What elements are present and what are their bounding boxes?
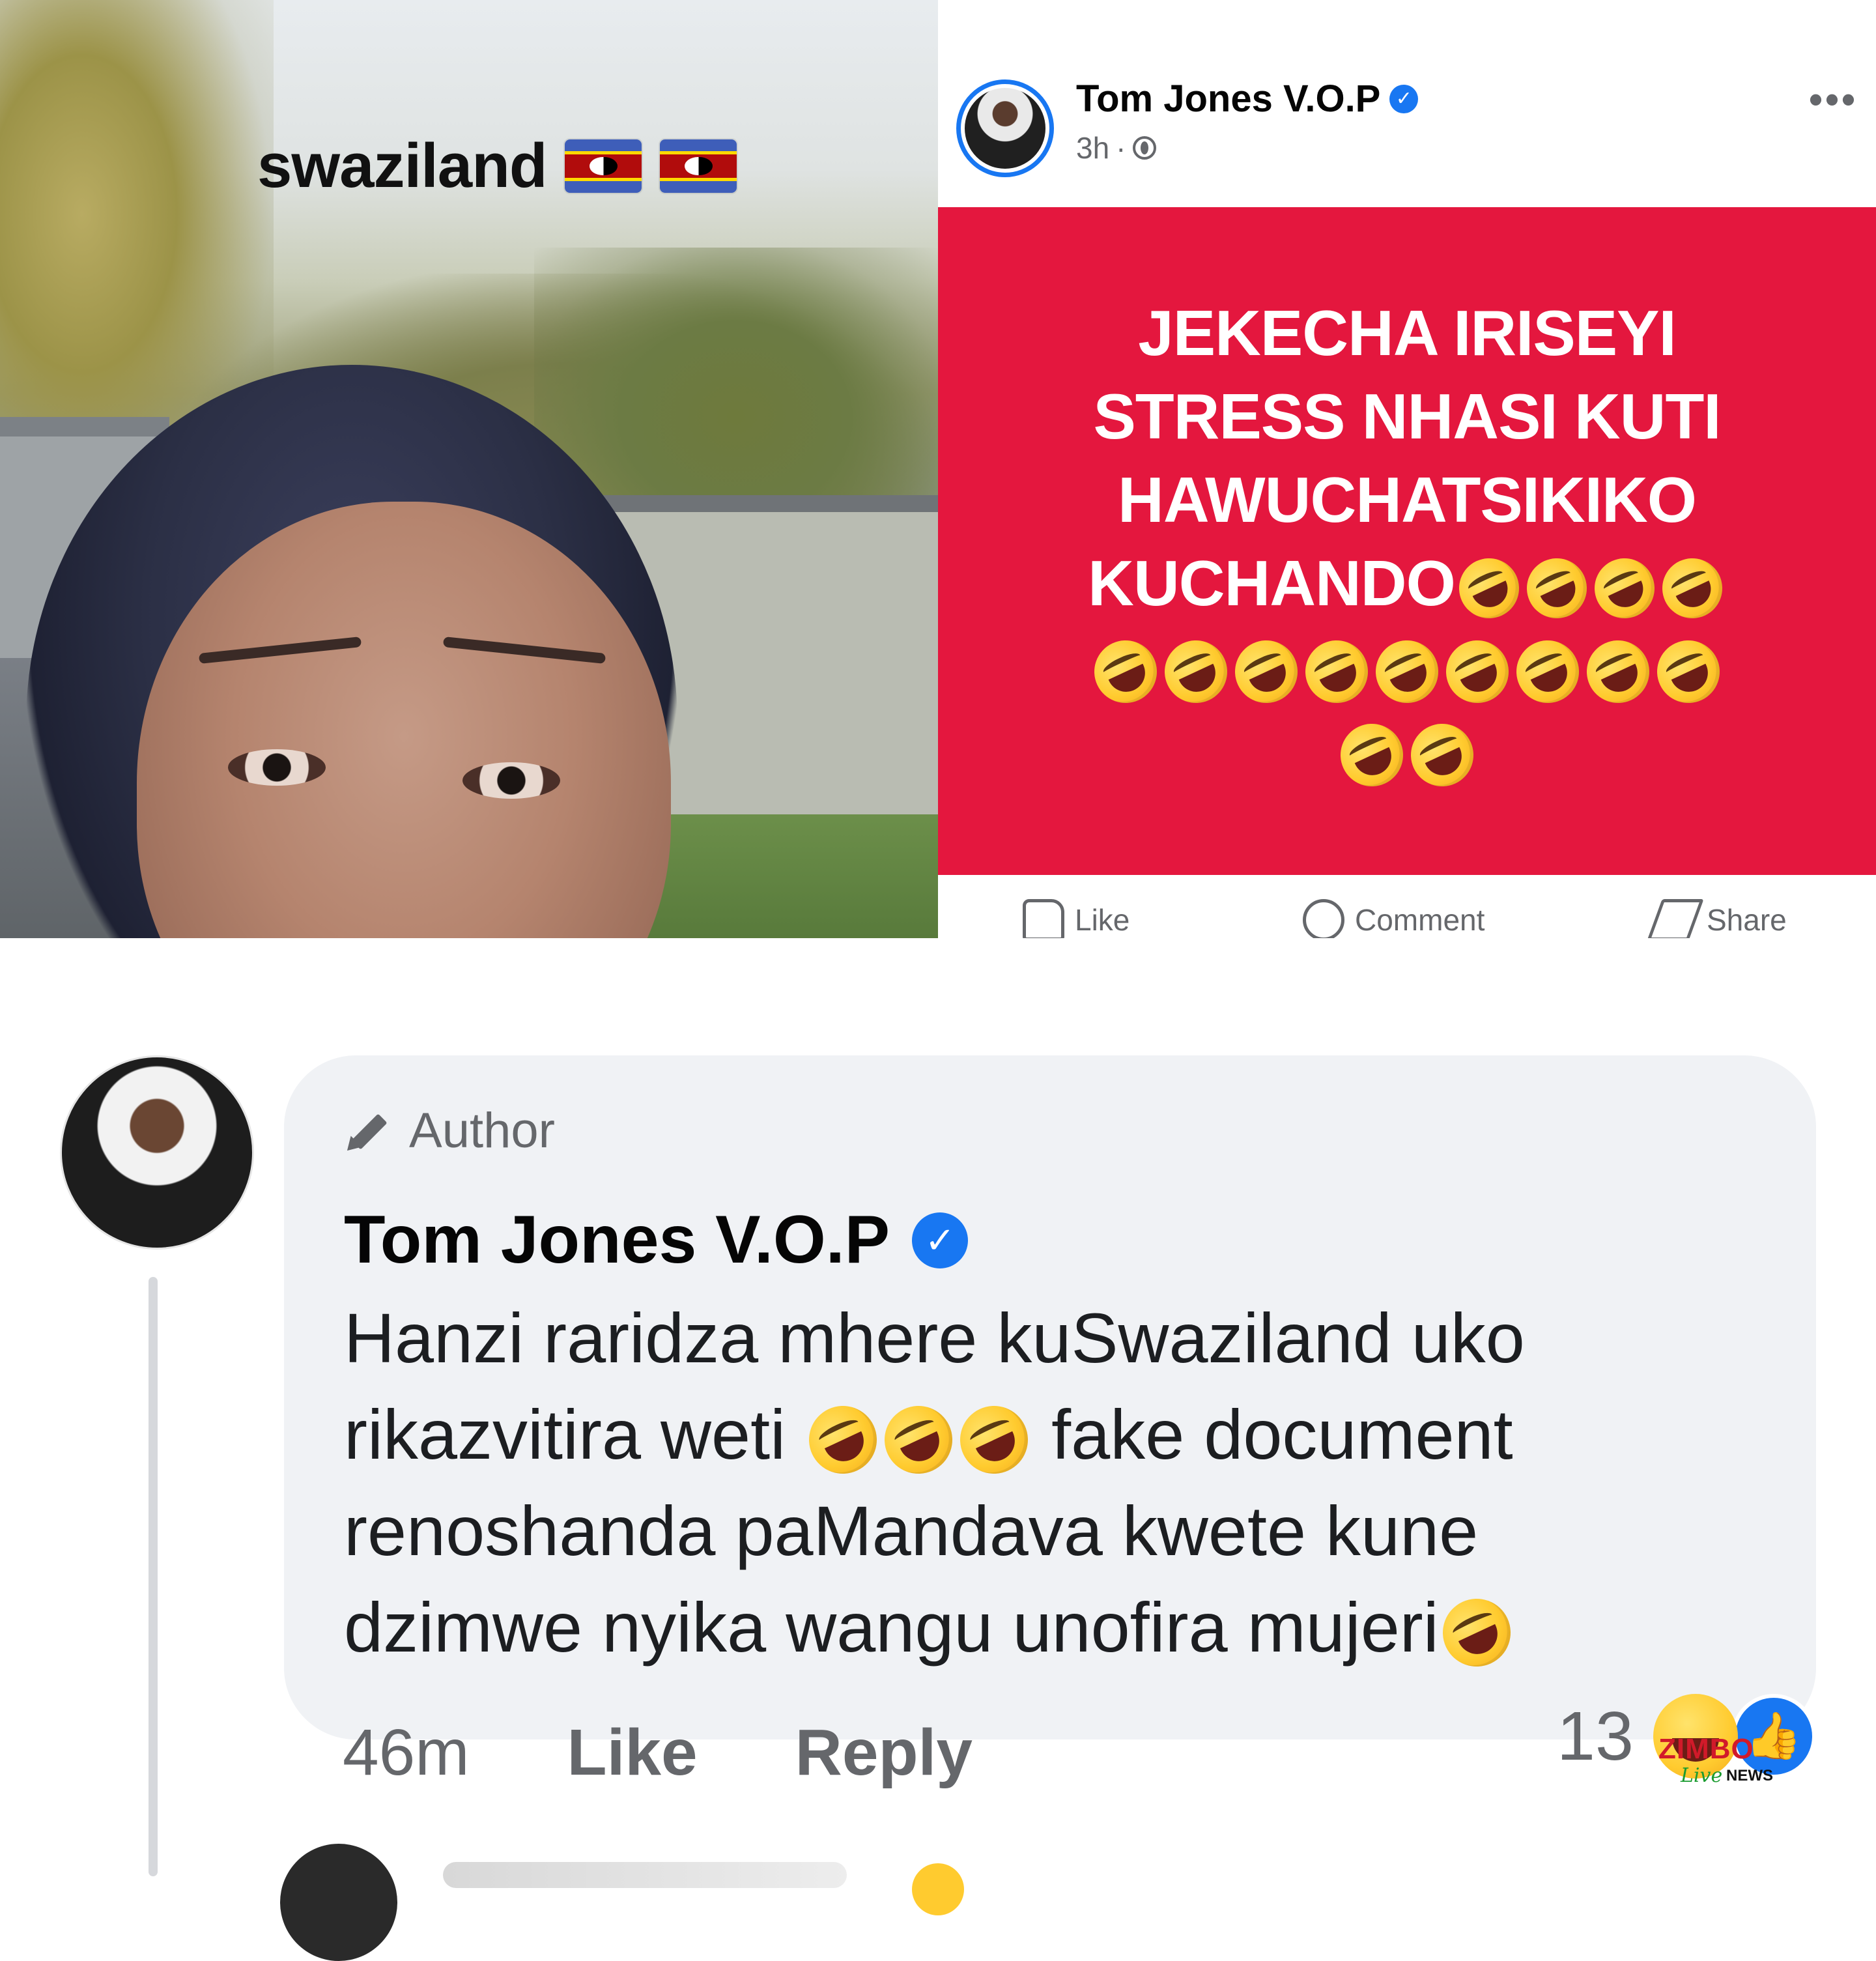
left-brow [198,636,362,665]
comment-footer: 46m Like Reply [343,1707,973,1798]
card-line-2: STRESS NHASI KUTI [1093,380,1721,452]
comment-line-4: dzimwe nyika wangu unofira mujeri [344,1579,1790,1678]
rofl-emoji [798,1395,888,1485]
next-comment-emoji [912,1863,964,1915]
card-emoji-row [1084,625,1730,713]
comment-bubble: Author Tom Jones V.O.P ✓ Hanzi raridza m… [284,1055,1816,1739]
comment-reply-button[interactable]: Reply [795,1715,973,1790]
watermark-live: Live [1681,1764,1723,1787]
verified-badge-icon: ✓ [1389,84,1419,113]
rofl-emoji [1516,548,1597,628]
rofl-emoji [1449,548,1529,628]
thumbs-up-icon [1023,899,1064,938]
comment-line-2: rikazvitira weti fake document [344,1386,1790,1485]
comment-line-1: Hanzi raridza mhere kuSwaziland uko [344,1298,1525,1377]
thread-line [149,1277,158,1876]
comment-text: Hanzi raridza mhere kuSwaziland uko rika… [344,1290,1790,1678]
left-eye [228,749,326,786]
post-text-card: JEKECHA IRISEYI STRESS NHASI KUTI HAWUCH… [938,207,1876,875]
next-comment-name [443,1862,847,1888]
comment-author-name[interactable]: Tom Jones V.O.P [344,1201,890,1279]
author-badge: Author [344,1102,555,1159]
post-meta: 3h · [1076,130,1156,165]
card-line-3: HAWUCHATSIKIKO [1118,463,1697,536]
zimbo-live-news-logo: ZIMBO Live NEWS [1655,1730,1824,1793]
rofl-emoji [1365,629,1449,713]
photo-caption: swaziland [257,130,737,202]
right-brow [442,636,606,665]
comment-like-button[interactable]: Like [567,1715,698,1790]
like-button[interactable]: Like [1023,899,1130,938]
post-action-bar: Like Comment Share [938,899,1876,938]
pencil-icon [344,1108,390,1154]
watermark-news: NEWS [1726,1767,1773,1784]
post-author-name[interactable]: Tom Jones V.O.P [1076,77,1380,121]
comment-time[interactable]: 46m [343,1715,470,1790]
rofl-emoji [1436,629,1519,713]
rofl-emoji [1295,629,1378,713]
comment-line-4-text: dzimwe nyika wangu unofira mujeri [344,1588,1439,1667]
right-eye [462,762,560,799]
watermark-brand: ZIMBO [1658,1733,1754,1765]
eswatini-flag-icon [565,139,642,193]
rofl-emoji [1584,548,1664,628]
post-author[interactable]: Tom Jones V.O.P ✓ [1076,77,1419,121]
rofl-emoji [1652,548,1732,628]
comment-label: Comment [1355,903,1485,937]
card-line-1: JEKECHA IRISEYI [1138,296,1676,369]
like-label: Like [1075,903,1130,937]
more-options-icon[interactable]: ••• [1809,77,1858,122]
comment-line-2-a: rikazvitira weti [344,1395,786,1474]
post-author-avatar[interactable] [956,79,1054,177]
comment-author[interactable]: Tom Jones V.O.P ✓ [344,1201,969,1279]
comment-button[interactable]: Comment [1303,899,1485,938]
selfie-photo: swaziland [0,0,938,938]
rofl-emoji [1506,629,1589,713]
eswatini-flag-icon [660,139,737,193]
rofl-emoji [1647,629,1730,713]
comment-icon [1303,899,1344,938]
caption-text: swaziland [257,131,547,201]
share-label: Share [1707,903,1787,937]
meta-separator: · [1116,131,1126,165]
author-label: Author [409,1103,555,1158]
verified-badge-icon: ✓ [912,1212,969,1268]
rofl-emoji [949,1395,1040,1485]
rofl-emoji [1225,629,1308,713]
share-icon [1647,899,1704,938]
reaction-count: 13 [1557,1697,1634,1775]
comment-author-avatar[interactable] [60,1055,254,1250]
card-line-4: KUCHANDO [1088,541,1732,628]
facebook-post: Tom Jones V.O.P ✓ 3h · ••• JEKECHA IRISE… [938,0,1876,938]
globe-icon [1132,136,1156,160]
rofl-emoji [1576,629,1660,713]
comment-line-2-b: fake document [1051,1395,1513,1474]
card-emoji-row-2 [1330,708,1484,797]
next-comment-avatar[interactable] [280,1844,397,1961]
comment-line-3: renoshanda paMandava kwete kune [344,1491,1479,1570]
comment-thread: Author Tom Jones V.O.P ✓ Hanzi raridza m… [0,938,1876,1961]
rofl-emoji [874,1395,964,1485]
rofl-emoji [1431,1588,1522,1678]
rofl-emoji [1400,713,1484,797]
rofl-emoji [1154,629,1238,713]
post-time[interactable]: 3h [1076,130,1109,165]
card-line-4-text: KUCHANDO [1088,547,1456,619]
rofl-emoji [1084,629,1167,713]
share-button[interactable]: Share [1647,899,1787,938]
rofl-emoji [1330,713,1414,797]
